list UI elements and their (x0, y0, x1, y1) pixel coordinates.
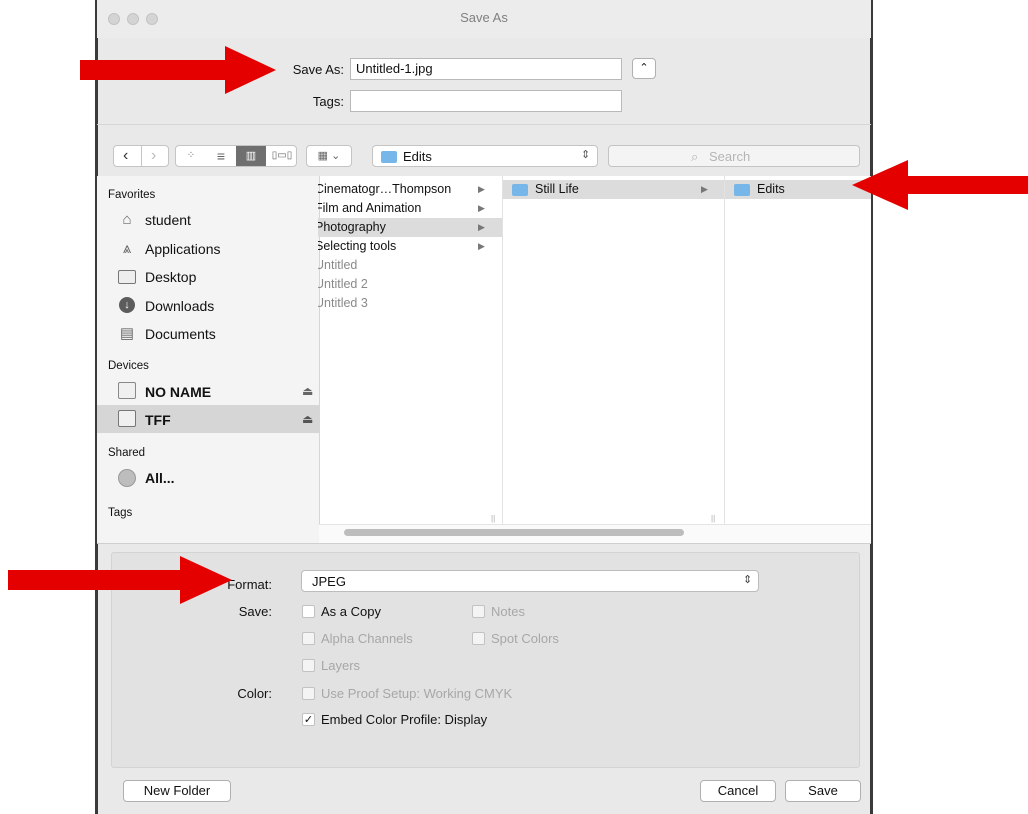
arrow-pointing-left (852, 160, 1028, 210)
annotation-arrows (8, 46, 1028, 604)
arrow-pointing-right (8, 556, 232, 604)
arrow-pointing-right (80, 46, 276, 94)
